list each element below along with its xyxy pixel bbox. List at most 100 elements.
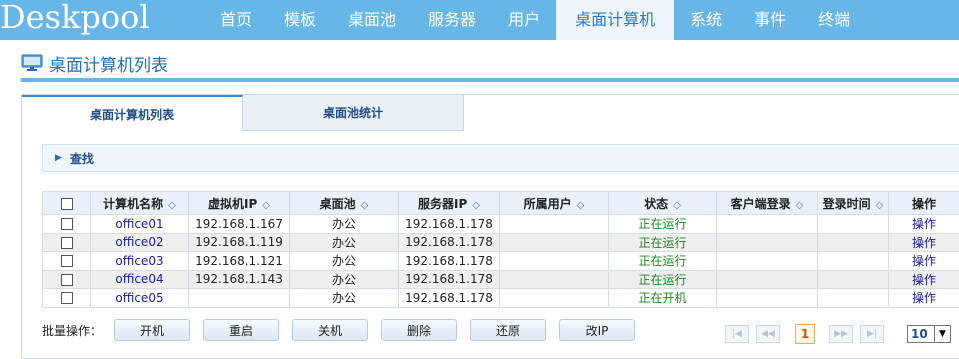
server-ip-cell: 192.168.1.178 — [398, 251, 500, 271]
search-toggle[interactable]: ▶ 查找 — [42, 144, 959, 172]
action-link[interactable]: 操作 — [912, 236, 936, 250]
table-row: office02 192.168.1.119 办公 192.168.1.178 … — [42, 232, 959, 252]
col-header-login-time[interactable]: 登录时间 ◇ — [817, 191, 889, 215]
change-ip-button[interactable]: 改IP — [559, 319, 636, 341]
action-link[interactable]: 操作 — [912, 291, 936, 305]
nav-item-terminals[interactable]: 终端 — [802, 0, 866, 40]
login-time-cell — [817, 288, 889, 308]
sort-icon[interactable]: ◇ — [472, 200, 480, 211]
restart-button[interactable]: 重启 — [203, 319, 280, 341]
nav-item-templates[interactable]: 模板 — [268, 0, 332, 40]
nav-item-events[interactable]: 事件 — [738, 0, 802, 40]
sort-icon[interactable]: ◇ — [262, 200, 270, 211]
vm-ip-cell: 192.168.1.119 — [188, 232, 290, 252]
col-header-user[interactable]: 所属用户 ◇ — [499, 191, 609, 215]
user-cell — [499, 251, 609, 271]
tab-desktop-pool-stats[interactable]: 桌面池统计 — [243, 95, 464, 131]
computer-name-link[interactable]: office05 — [115, 291, 163, 305]
action-link[interactable]: 操作 — [912, 254, 936, 268]
sort-icon[interactable]: ◇ — [673, 200, 681, 211]
table-row: office03 192.168.1.121 办公 192.168.1.178 … — [42, 251, 959, 271]
col-header-server-ip[interactable]: 服务器IP ◇ — [398, 191, 500, 215]
restore-button[interactable]: 还原 — [470, 319, 547, 341]
pool-cell: 办公 — [289, 288, 399, 308]
sort-icon[interactable]: ◇ — [796, 200, 804, 211]
prev-page-icon[interactable]: ◀◀ — [756, 325, 780, 343]
computer-name-link[interactable]: office03 — [115, 254, 163, 268]
nav-item-servers[interactable]: 服务器 — [412, 0, 492, 40]
client-login-cell — [716, 251, 818, 271]
status-cell: 正在运行 — [608, 251, 717, 271]
search-label: 查找 — [69, 151, 94, 166]
bulk-actions: 批量操作： 开机 重启 关机 删除 还原 改IP — [42, 319, 648, 341]
row-checkbox[interactable] — [60, 236, 73, 249]
sort-icon[interactable]: ◇ — [361, 200, 369, 211]
next-page-icon[interactable]: ▶▶ — [829, 325, 853, 343]
row-checkbox[interactable] — [60, 255, 73, 268]
nav-item-desktop-computers[interactable]: 桌面计算机 — [556, 0, 675, 40]
monitor-icon — [21, 54, 43, 72]
nav-item-system[interactable]: 系统 — [674, 0, 738, 40]
col-header-name[interactable]: 计算机名称 ◇ — [90, 191, 189, 215]
nav-item-users[interactable]: 用户 — [492, 0, 556, 40]
tab-bar: 桌面计算机列表 桌面池统计 — [22, 95, 464, 131]
computer-name-link[interactable]: office01 — [115, 217, 163, 231]
sort-icon[interactable]: ◇ — [577, 200, 585, 211]
col-header-vm-ip[interactable]: 虚拟机IP ◇ — [188, 191, 290, 215]
page-size-select[interactable]: 10 ▼ — [907, 325, 951, 343]
last-page-icon[interactable]: ▶| — [860, 325, 884, 343]
status-cell: 正在运行 — [608, 269, 717, 289]
table-row: office05 办公 192.168.1.178 正在开机 操作 — [42, 288, 959, 308]
server-ip-cell: 192.168.1.178 — [398, 288, 500, 308]
user-cell — [499, 269, 609, 289]
status-cell: 正在运行 — [608, 214, 717, 234]
vm-ip-cell: 192.168.1.143 — [188, 269, 290, 289]
action-link[interactable]: 操作 — [912, 273, 936, 287]
select-all-cell[interactable] — [42, 191, 91, 215]
nav-item-home[interactable]: 首页 — [204, 0, 268, 40]
client-login-cell — [716, 269, 818, 289]
client-login-cell — [716, 214, 818, 234]
table-row: office04 192.168.1.143 办公 192.168.1.178 … — [42, 269, 959, 289]
page-header: 桌面计算机列表 — [21, 50, 168, 76]
row-checkbox[interactable] — [60, 292, 73, 305]
vm-ip-cell: 192.168.1.121 — [188, 251, 290, 271]
content-panel: 桌面计算机列表 桌面池统计 ▶ 查找 计算机名称 ◇ 虚拟机IP ◇ 桌面池 ◇ 服务… — [21, 94, 959, 359]
sort-icon[interactable]: ◇ — [876, 200, 884, 211]
select-all-checkbox[interactable] — [60, 197, 73, 210]
current-page[interactable]: 1 — [795, 324, 815, 344]
table-row: office01 192.168.1.167 办公 192.168.1.178 … — [42, 214, 959, 234]
user-cell — [499, 214, 609, 234]
server-ip-cell: 192.168.1.178 — [398, 232, 500, 252]
col-header-client-login[interactable]: 客户端登录 ◇ — [716, 191, 818, 215]
status-cell: 正在运行 — [608, 232, 717, 252]
login-time-cell — [817, 269, 889, 289]
sort-icon[interactable]: ◇ — [168, 200, 176, 211]
page-title: 桌面计算机列表 — [49, 55, 168, 76]
row-checkbox[interactable] — [60, 273, 73, 286]
shutdown-button[interactable]: 关机 — [292, 319, 369, 341]
user-cell — [499, 232, 609, 252]
row-checkbox[interactable] — [60, 218, 73, 231]
power-on-button[interactable]: 开机 — [114, 319, 191, 341]
login-time-cell — [817, 214, 889, 234]
desktop-computer-table: 计算机名称 ◇ 虚拟机IP ◇ 桌面池 ◇ 服务器IP ◇ 所属用户 ◇ 状态 ◇ 客户端登… — [42, 191, 959, 308]
col-header-status[interactable]: 状态 ◇ — [608, 191, 717, 215]
server-ip-cell: 192.168.1.178 — [398, 214, 500, 234]
vm-ip-cell — [188, 288, 290, 308]
tab-desktop-computer-list[interactable]: 桌面计算机列表 — [22, 95, 243, 131]
delete-button[interactable]: 删除 — [381, 319, 458, 341]
pool-cell: 办公 — [289, 214, 399, 234]
col-header-pool[interactable]: 桌面池 ◇ — [289, 191, 399, 215]
computer-name-link[interactable]: office02 — [115, 235, 163, 249]
first-page-icon[interactable]: |◀ — [725, 325, 749, 343]
pool-cell: 办公 — [289, 251, 399, 271]
computer-name-link[interactable]: office04 — [115, 272, 163, 286]
chevron-down-icon: ▼ — [934, 326, 950, 342]
vm-ip-cell: 192.168.1.167 — [188, 214, 290, 234]
page-size-value: 10 — [911, 327, 928, 341]
bulk-actions-label: 批量操作： — [42, 323, 103, 338]
action-link[interactable]: 操作 — [912, 217, 936, 231]
nav-item-desktop-pools[interactable]: 桌面池 — [332, 0, 412, 40]
app-logo: Deskpool — [0, 0, 150, 36]
